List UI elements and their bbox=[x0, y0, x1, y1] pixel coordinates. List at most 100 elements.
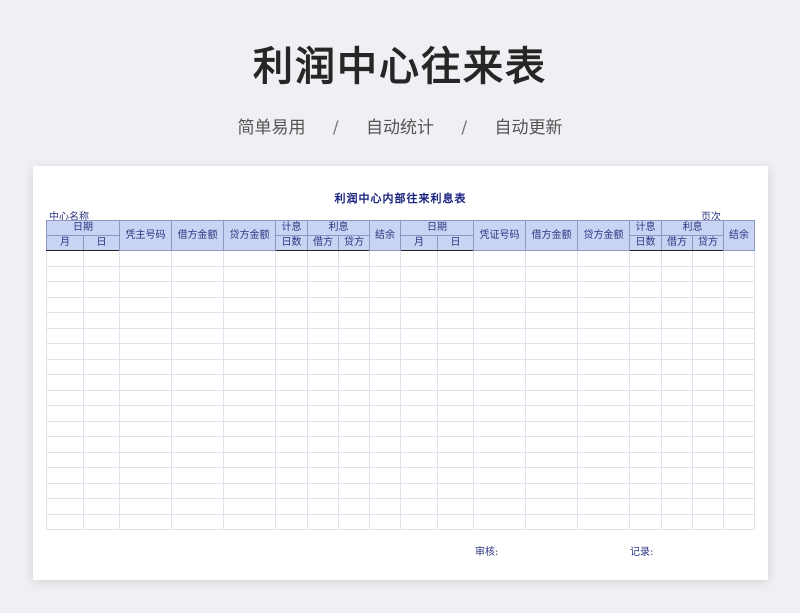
table-cell[interactable] bbox=[369, 482, 401, 499]
table-cell[interactable] bbox=[661, 513, 693, 530]
table-cell[interactable] bbox=[307, 436, 339, 453]
table-cell[interactable] bbox=[473, 358, 526, 375]
table-cell[interactable] bbox=[692, 312, 724, 329]
table-cell[interactable] bbox=[577, 498, 630, 515]
table-cell[interactable] bbox=[83, 265, 120, 282]
table-cell[interactable] bbox=[473, 312, 526, 329]
table-cell[interactable] bbox=[400, 343, 438, 360]
table-cell[interactable] bbox=[473, 296, 526, 313]
table-cell[interactable] bbox=[223, 467, 276, 484]
table-cell[interactable] bbox=[46, 420, 84, 437]
table-cell[interactable] bbox=[171, 389, 224, 406]
table-cell[interactable] bbox=[83, 389, 120, 406]
table-cell[interactable] bbox=[275, 312, 308, 329]
table-cell[interactable] bbox=[525, 436, 578, 453]
table-cell[interactable] bbox=[525, 327, 578, 344]
table-cell[interactable] bbox=[473, 281, 526, 298]
table-cell[interactable] bbox=[400, 436, 438, 453]
table-cell[interactable] bbox=[338, 420, 370, 437]
table-cell[interactable] bbox=[119, 467, 172, 484]
table-cell[interactable] bbox=[437, 312, 474, 329]
table-cell[interactable] bbox=[275, 343, 308, 360]
table-cell[interactable] bbox=[723, 389, 755, 406]
table-cell[interactable] bbox=[369, 343, 401, 360]
table-cell[interactable] bbox=[171, 296, 224, 313]
table-cell[interactable] bbox=[577, 343, 630, 360]
table-cell[interactable] bbox=[119, 312, 172, 329]
table-cell[interactable] bbox=[577, 327, 630, 344]
table-cell[interactable] bbox=[338, 265, 370, 282]
table-cell[interactable] bbox=[119, 451, 172, 468]
table-cell[interactable] bbox=[275, 513, 308, 530]
table-cell[interactable] bbox=[307, 420, 339, 437]
table-cell[interactable] bbox=[307, 467, 339, 484]
table-cell[interactable] bbox=[369, 374, 401, 391]
table-cell[interactable] bbox=[83, 374, 120, 391]
table-cell[interactable] bbox=[661, 389, 693, 406]
table-cell[interactable] bbox=[46, 265, 84, 282]
table-cell[interactable] bbox=[369, 296, 401, 313]
table-cell[interactable] bbox=[171, 265, 224, 282]
table-cell[interactable] bbox=[369, 312, 401, 329]
table-cell[interactable] bbox=[223, 389, 276, 406]
table-cell[interactable] bbox=[661, 343, 693, 360]
table-cell[interactable] bbox=[223, 358, 276, 375]
table-cell[interactable] bbox=[629, 265, 662, 282]
table-cell[interactable] bbox=[223, 327, 276, 344]
table-cell[interactable] bbox=[629, 436, 662, 453]
table-cell[interactable] bbox=[525, 374, 578, 391]
table-cell[interactable] bbox=[307, 451, 339, 468]
table-cell[interactable] bbox=[723, 374, 755, 391]
table-cell[interactable] bbox=[275, 436, 308, 453]
table-cell[interactable] bbox=[577, 467, 630, 484]
table-cell[interactable] bbox=[307, 327, 339, 344]
table-cell[interactable] bbox=[525, 451, 578, 468]
table-cell[interactable] bbox=[83, 281, 120, 298]
table-cell[interactable] bbox=[369, 265, 401, 282]
table-cell[interactable] bbox=[46, 281, 84, 298]
table-cell[interactable] bbox=[223, 436, 276, 453]
table-cell[interactable] bbox=[119, 420, 172, 437]
table-cell[interactable] bbox=[171, 281, 224, 298]
table-cell[interactable] bbox=[692, 451, 724, 468]
table-cell[interactable] bbox=[83, 405, 120, 422]
table-cell[interactable] bbox=[577, 374, 630, 391]
table-cell[interactable] bbox=[223, 281, 276, 298]
table-cell[interactable] bbox=[437, 451, 474, 468]
table-cell[interactable] bbox=[171, 374, 224, 391]
table-cell[interactable] bbox=[525, 467, 578, 484]
table-cell[interactable] bbox=[577, 281, 630, 298]
table-cell[interactable] bbox=[525, 312, 578, 329]
table-cell[interactable] bbox=[437, 420, 474, 437]
table-cell[interactable] bbox=[369, 405, 401, 422]
table-cell[interactable] bbox=[400, 281, 438, 298]
table-cell[interactable] bbox=[338, 498, 370, 515]
table-cell[interactable] bbox=[119, 482, 172, 499]
table-cell[interactable] bbox=[369, 420, 401, 437]
table-cell[interactable] bbox=[83, 498, 120, 515]
table-cell[interactable] bbox=[473, 482, 526, 499]
table-cell[interactable] bbox=[723, 327, 755, 344]
table-cell[interactable] bbox=[525, 389, 578, 406]
table-cell[interactable] bbox=[629, 389, 662, 406]
table-cell[interactable] bbox=[275, 451, 308, 468]
table-cell[interactable] bbox=[577, 451, 630, 468]
table-cell[interactable] bbox=[629, 312, 662, 329]
table-cell[interactable] bbox=[525, 358, 578, 375]
table-cell[interactable] bbox=[723, 420, 755, 437]
table-cell[interactable] bbox=[223, 343, 276, 360]
table-cell[interactable] bbox=[400, 513, 438, 530]
table-cell[interactable] bbox=[629, 420, 662, 437]
table-cell[interactable] bbox=[119, 405, 172, 422]
table-cell[interactable] bbox=[661, 374, 693, 391]
table-cell[interactable] bbox=[338, 405, 370, 422]
table-cell[interactable] bbox=[577, 312, 630, 329]
table-cell[interactable] bbox=[223, 250, 276, 267]
table-cell[interactable] bbox=[661, 405, 693, 422]
table-cell[interactable] bbox=[525, 281, 578, 298]
table-cell[interactable] bbox=[338, 467, 370, 484]
table-cell[interactable] bbox=[437, 343, 474, 360]
table-cell[interactable] bbox=[46, 513, 84, 530]
table-cell[interactable] bbox=[400, 389, 438, 406]
table-cell[interactable] bbox=[338, 312, 370, 329]
